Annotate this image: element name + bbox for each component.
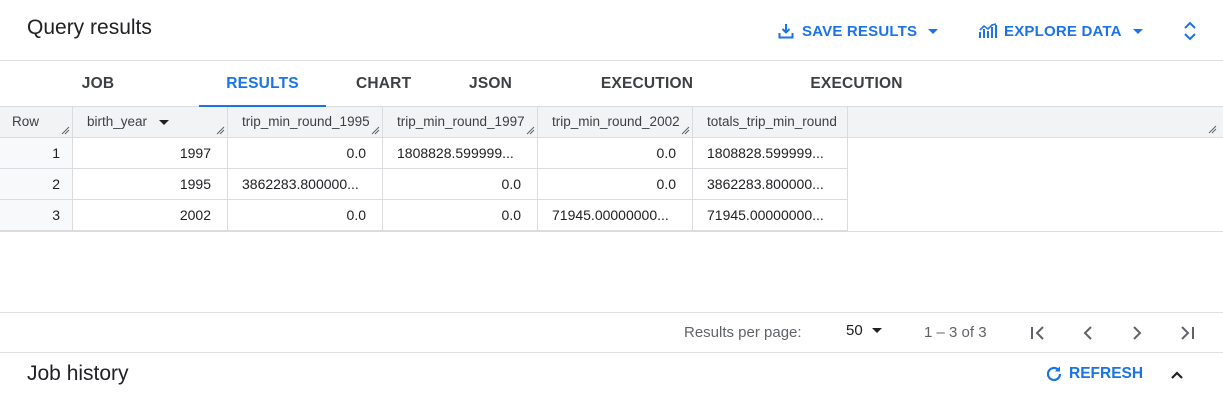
table-cell[interactable]: 1808828.599999... bbox=[693, 138, 848, 169]
save-results-button[interactable]: SAVE RESULTS bbox=[777, 20, 939, 42]
column-header-trip-min-round-2002[interactable]: trip_min_round_2002 bbox=[538, 107, 693, 138]
table-cell[interactable]: 0.0 bbox=[228, 138, 383, 169]
chevron-down-icon bbox=[1132, 28, 1143, 34]
row-number-cell: 1 bbox=[0, 138, 73, 169]
table-header-row: Row birth_year trip_min_round_1995 trip_… bbox=[0, 107, 1223, 138]
tab-chart[interactable]: CHART bbox=[356, 61, 411, 107]
table-cell[interactable]: 0.0 bbox=[383, 200, 538, 231]
resize-handle-icon[interactable] bbox=[1208, 125, 1217, 134]
table-divider bbox=[0, 231, 1223, 232]
table-cell[interactable]: 71945.00000000... bbox=[538, 200, 693, 231]
page-title: Query results bbox=[27, 16, 152, 39]
chevron-down-icon bbox=[928, 28, 939, 34]
save-results-label: SAVE RESULTS bbox=[802, 22, 918, 40]
results-per-page-value: 50 bbox=[846, 322, 863, 339]
tab-job-information[interactable]: JOB INFORMATION bbox=[27, 61, 169, 138]
table-cell[interactable]: 71945.00000000... bbox=[693, 200, 848, 231]
tab-execution-graph[interactable]: EXECUTION GRAPH bbox=[784, 61, 929, 138]
refresh-icon bbox=[1044, 364, 1064, 384]
column-header-birth-year[interactable]: birth_year bbox=[73, 107, 228, 138]
table-cell[interactable]: 0.0 bbox=[228, 200, 383, 231]
chevron-up-icon[interactable] bbox=[1167, 365, 1187, 385]
sort-desc-icon[interactable] bbox=[159, 119, 170, 125]
job-history-title: Job history bbox=[27, 362, 129, 385]
tab-execution-details[interactable]: EXECUTION DETAILS bbox=[570, 61, 724, 138]
table-cell[interactable]: 1997 bbox=[73, 138, 228, 169]
tab-results[interactable]: RESULTS bbox=[199, 61, 326, 108]
query-results-header: Query results SAVE RESULTS EXPLORE DATA bbox=[0, 0, 1223, 60]
previous-page-icon[interactable] bbox=[1077, 322, 1099, 344]
table-cell[interactable]: 0.0 bbox=[538, 138, 693, 169]
last-page-icon[interactable] bbox=[1176, 322, 1198, 344]
results-per-page-select[interactable]: 50 bbox=[846, 322, 882, 339]
expand-collapse-icon[interactable] bbox=[1180, 19, 1200, 43]
resize-handle-icon[interactable] bbox=[216, 126, 225, 135]
row-number-cell: 3 bbox=[0, 200, 73, 231]
resize-handle-icon[interactable] bbox=[526, 126, 535, 135]
column-header-trip-min-round-1995[interactable]: trip_min_round_1995 bbox=[228, 107, 383, 138]
column-header-totals-trip-min-round[interactable]: totals_trip_min_round bbox=[693, 107, 848, 138]
page-range-text: 1 – 3 of 3 bbox=[924, 324, 987, 341]
tab-json[interactable]: JSON bbox=[469, 61, 512, 107]
refresh-button[interactable]: REFRESH bbox=[1044, 364, 1143, 384]
results-per-page-label: Results per page: bbox=[684, 324, 802, 341]
first-page-icon[interactable] bbox=[1027, 322, 1049, 344]
column-header-row[interactable]: Row bbox=[0, 107, 73, 138]
chart-icon bbox=[979, 22, 997, 40]
resize-handle-icon[interactable] bbox=[371, 126, 380, 135]
chevron-down-icon bbox=[871, 328, 882, 333]
download-icon bbox=[777, 22, 795, 40]
resize-handle-icon[interactable] bbox=[681, 126, 690, 135]
table-cell[interactable]: 0.0 bbox=[538, 169, 693, 200]
table-cell[interactable]: 3862283.800000... bbox=[693, 169, 848, 200]
explore-data-button[interactable]: EXPLORE DATA bbox=[979, 20, 1143, 42]
table-cell[interactable]: 1995 bbox=[73, 169, 228, 200]
table-cell[interactable]: 0.0 bbox=[383, 169, 538, 200]
column-header-trip-min-round-1997[interactable]: trip_min_round_1997 bbox=[383, 107, 538, 138]
row-number-cell: 2 bbox=[0, 169, 73, 200]
pagination-bar: Results per page: 50 1 – 3 of 3 bbox=[0, 312, 1223, 353]
refresh-label: REFRESH bbox=[1069, 365, 1144, 382]
table-cell[interactable]: 3862283.800000... bbox=[228, 169, 383, 200]
resize-handle-icon[interactable] bbox=[61, 126, 70, 135]
results-tabs: JOB INFORMATION RESULTS CHART JSON EXECU… bbox=[0, 60, 1223, 138]
table-cell[interactable]: 2002 bbox=[73, 200, 228, 231]
explore-data-label: EXPLORE DATA bbox=[1004, 22, 1122, 40]
table-cell[interactable]: 1808828.599999... bbox=[383, 138, 538, 169]
job-history-section: Job history REFRESH bbox=[0, 353, 1223, 402]
next-page-icon[interactable] bbox=[1126, 322, 1148, 344]
